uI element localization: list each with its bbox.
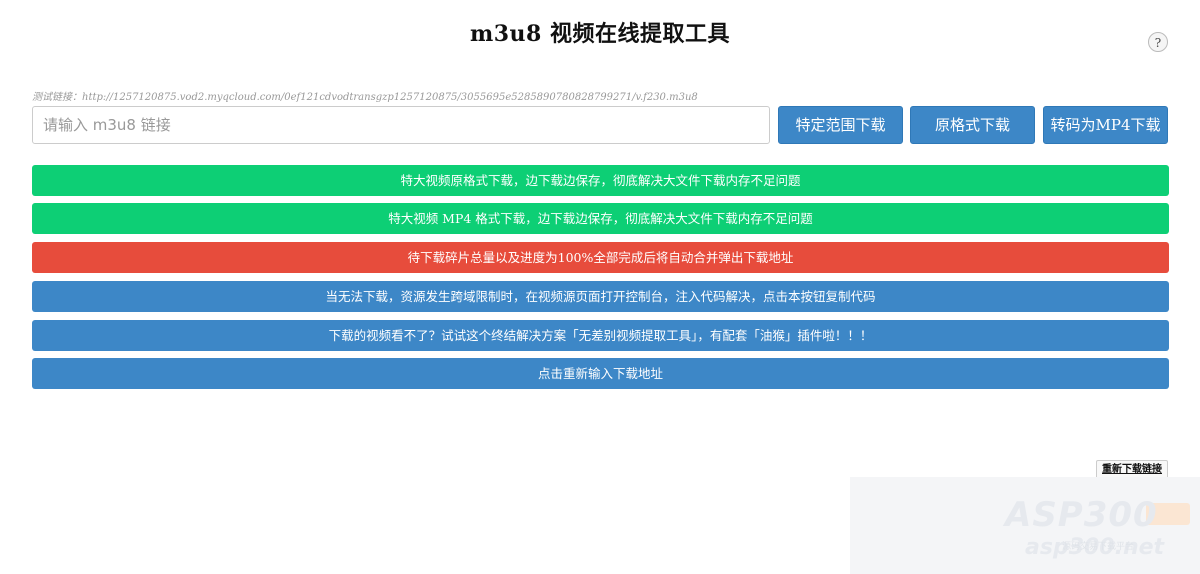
alternative-tool-link-button[interactable]: 下载的视频看不了？试试这个终结解决方案「无差别视频提取工具」，有配套「油猴」插件… — [32, 320, 1169, 351]
page: m3u8 视频在线提取工具 ? 测试链接：http://1257120875.v… — [0, 0, 1200, 574]
original-format-download-button[interactable]: 原格式下载 — [910, 106, 1035, 144]
page-title: m3u8 视频在线提取工具 — [469, 21, 731, 47]
watermark: ASP300 asp300.net 源码交易下载平台 — [850, 477, 1200, 574]
watermark-logo: ASP300 — [1005, 495, 1158, 535]
watermark-tagline: 源码交易下载平台 — [1062, 542, 1135, 552]
m3u8-url-input[interactable] — [32, 106, 770, 144]
progress-status-bar: 待下载碎片总量以及进度为100%全部完成后将自动合并弹出下载地址 — [32, 242, 1169, 273]
stream-original-download-button[interactable]: 特大视频原格式下载，边下载边保存，彻底解决大文件下载内存不足问题 — [32, 165, 1169, 196]
test-link-hint: 测试链接：http://1257120875.vod2.myqcloud.com… — [32, 92, 698, 103]
range-download-button[interactable]: 特定范围下载 — [778, 106, 903, 144]
help-button[interactable]: ? — [1148, 32, 1168, 52]
stream-mp4-download-button[interactable]: 特大视频 MP4 格式下载，边下载边保存，彻底解决大文件下载内存不足问题 — [32, 203, 1169, 234]
reenter-url-button[interactable]: 点击重新输入下载地址 — [32, 358, 1169, 389]
mp4-download-button[interactable]: 转码为MP4下载 — [1043, 106, 1168, 144]
copy-inject-code-button[interactable]: 当无法下载，资源发生跨域限制时，在视频源页面打开控制台，注入代码解决，点击本按钮… — [32, 281, 1169, 312]
